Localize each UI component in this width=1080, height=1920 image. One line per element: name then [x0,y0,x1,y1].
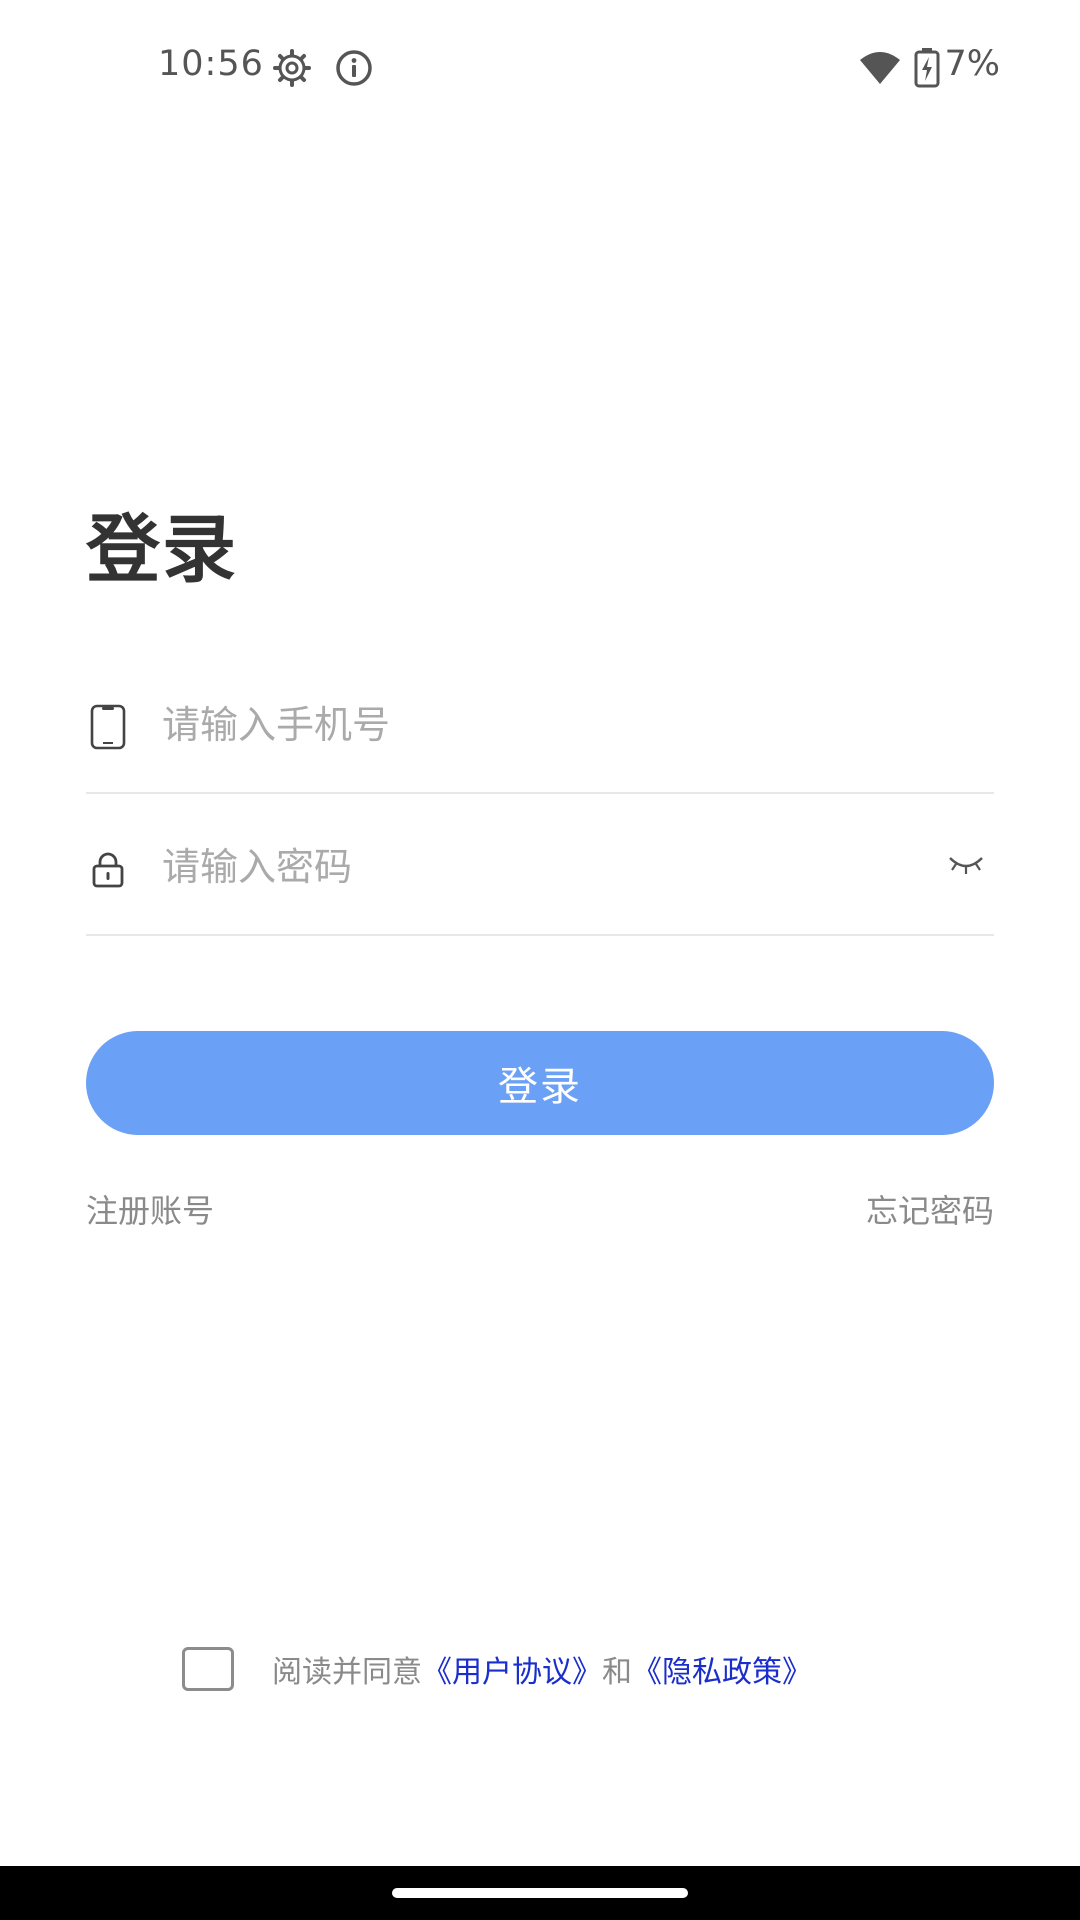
eye-closed-icon[interactable] [946,848,986,878]
agreement-checkbox[interactable] [182,1647,234,1691]
agreement-conjunction: 和 [602,1655,632,1690]
password-input[interactable] [162,832,922,902]
forgot-password-link[interactable]: 忘记密码 [866,1186,994,1232]
status-bar: 10:56 7% [0,0,1080,140]
agreement-prefix: 阅读并同意 [272,1655,422,1690]
wifi-icon [858,48,902,88]
login-button[interactable]: 登录 [86,1031,994,1135]
phone-input[interactable] [162,690,922,760]
battery-percentage: 7% [944,44,1000,84]
navigation-bar [0,1866,1080,1920]
register-link[interactable]: 注册账号 [86,1186,214,1232]
home-indicator[interactable] [392,1888,688,1898]
settings-gear-icon [272,48,312,88]
user-agreement-link[interactable]: 《用户协议》 [422,1647,602,1691]
privacy-policy-link[interactable]: 《隐私政策》 [632,1647,812,1691]
phone-icon [88,704,128,750]
page-title: 登录 [86,507,238,593]
agreement-row: 阅读并同意 《用户协议》 和 《隐私政策》 [182,1644,812,1694]
phone-field [86,654,994,794]
info-icon [334,48,374,88]
battery-charging-icon [914,48,940,88]
status-time: 10:56 [158,44,264,84]
password-field [86,796,994,936]
lock-icon [88,852,128,888]
